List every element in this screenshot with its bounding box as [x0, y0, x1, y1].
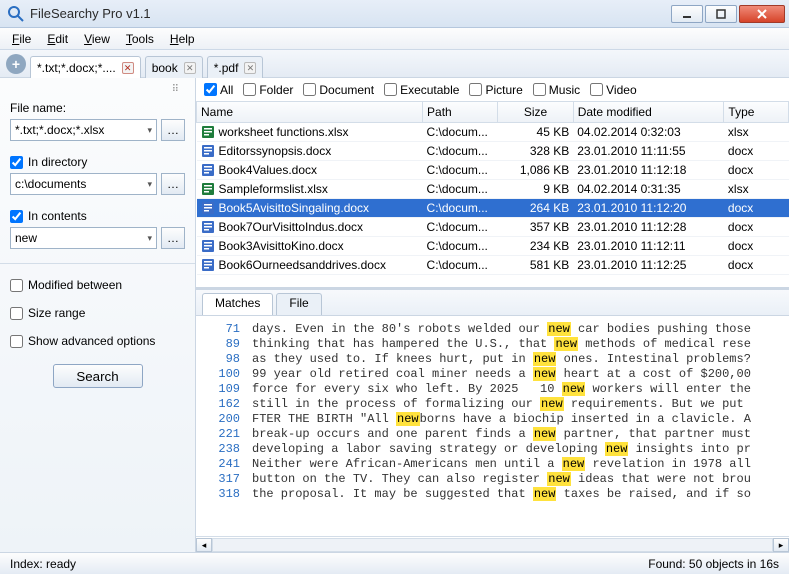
- filter-folder[interactable]: Folder: [243, 83, 293, 97]
- results-table[interactable]: Name Path Size Date modified Type worksh…: [196, 102, 789, 288]
- col-name[interactable]: Name: [197, 102, 423, 123]
- minimize-button[interactable]: [671, 5, 703, 23]
- tab-0[interactable]: *.txt;*.docx;*.... ✕: [30, 56, 141, 78]
- col-size[interactable]: Size: [498, 102, 573, 123]
- status-found: Found: 50 objects in 16s: [648, 557, 779, 571]
- tab-1[interactable]: book ✕: [145, 56, 203, 78]
- filter-executable[interactable]: Executable: [384, 83, 459, 97]
- table-row[interactable]: Book5AvisittoSingaling.docxC:\docum...26…: [197, 199, 789, 218]
- advanced-options-checkbox[interactable]: [10, 335, 23, 348]
- advanced-options-label: Show advanced options: [28, 334, 155, 348]
- table-row[interactable]: Editorssynopsis.docxC:\docum...328 KB23.…: [197, 142, 789, 161]
- window-title: FileSearchy Pro v1.1: [30, 6, 669, 21]
- matches-preview[interactable]: 71days. Even in the 80's robots welded o…: [196, 316, 789, 536]
- tab-close-icon[interactable]: ✕: [122, 62, 134, 74]
- chevron-down-icon: ▾: [147, 233, 152, 244]
- menu-help[interactable]: Help: [164, 30, 201, 48]
- filename-input[interactable]: *.txt;*.docx;*.xlsx▾: [10, 119, 157, 141]
- new-tab-button[interactable]: +: [6, 54, 26, 74]
- filter-all[interactable]: All: [204, 83, 233, 97]
- filter-music[interactable]: Music: [533, 83, 580, 97]
- filter-video[interactable]: Video: [590, 83, 636, 97]
- filter-document[interactable]: Document: [303, 83, 374, 97]
- in-directory-label: In directory: [28, 155, 87, 169]
- preview-tab-matches[interactable]: Matches: [202, 293, 273, 315]
- directory-browse-button[interactable]: …: [161, 173, 185, 195]
- modified-between-checkbox[interactable]: [10, 279, 23, 292]
- tab-label: *.pdf: [214, 61, 239, 75]
- col-date[interactable]: Date modified: [573, 102, 724, 123]
- scroll-right-icon[interactable]: ▸: [773, 538, 789, 552]
- filename-label: File name:: [10, 101, 185, 115]
- modified-between-label: Modified between: [28, 278, 122, 292]
- table-row[interactable]: Book4Values.docxC:\docum...1,086 KB23.01…: [197, 161, 789, 180]
- menubar: File Edit View Tools Help: [0, 28, 789, 50]
- col-type[interactable]: Type: [724, 102, 789, 123]
- menu-view[interactable]: View: [78, 30, 116, 48]
- status-bar: Index: ready Found: 50 objects in 16s: [0, 552, 789, 574]
- tab-label: *.txt;*.docx;*....: [37, 61, 116, 75]
- app-icon: [8, 6, 24, 22]
- filename-browse-button[interactable]: …: [161, 119, 185, 141]
- table-row[interactable]: Book3AvisittoKino.docxC:\docum...234 KB2…: [197, 237, 789, 256]
- maximize-button[interactable]: [705, 5, 737, 23]
- table-row[interactable]: Book7OurVisittoIndus.docxC:\docum...357 …: [197, 218, 789, 237]
- contents-options-button[interactable]: …: [161, 227, 185, 249]
- size-range-checkbox[interactable]: [10, 307, 23, 320]
- close-button[interactable]: [739, 5, 785, 23]
- results-panel: All Folder Document Executable Picture M…: [196, 78, 789, 552]
- table-row[interactable]: Book6Ourneedsanddrives.docxC:\docum...58…: [197, 256, 789, 275]
- in-contents-label: In contents: [28, 209, 87, 223]
- type-filter-bar: All Folder Document Executable Picture M…: [196, 78, 789, 102]
- titlebar: FileSearchy Pro v1.1: [0, 0, 789, 28]
- tab-close-icon[interactable]: ✕: [184, 62, 196, 74]
- menu-tools[interactable]: Tools: [120, 30, 160, 48]
- status-index: Index: ready: [10, 557, 76, 571]
- tab-close-icon[interactable]: ✕: [244, 62, 256, 74]
- col-path[interactable]: Path: [423, 102, 498, 123]
- table-row[interactable]: Sampleformslist.xlsxC:\docum...9 KB04.02…: [197, 180, 789, 199]
- tab-2[interactable]: *.pdf ✕: [207, 56, 264, 78]
- directory-input[interactable]: c:\documents▾: [10, 173, 157, 195]
- search-button[interactable]: Search: [53, 364, 143, 388]
- size-range-label: Size range: [28, 306, 85, 320]
- preview-tab-file[interactable]: File: [276, 293, 321, 315]
- filter-picture[interactable]: Picture: [469, 83, 522, 97]
- menu-edit[interactable]: Edit: [41, 30, 74, 48]
- scroll-left-icon[interactable]: ◂: [196, 538, 212, 552]
- in-directory-checkbox[interactable]: [10, 156, 23, 169]
- menu-file[interactable]: File: [6, 30, 37, 48]
- in-contents-checkbox[interactable]: [10, 210, 23, 223]
- chevron-down-icon: ▾: [147, 179, 152, 190]
- panel-grip-icon[interactable]: ⠿: [10, 84, 185, 95]
- tab-strip: + *.txt;*.docx;*.... ✕ book ✕ *.pdf ✕: [0, 50, 789, 78]
- table-row[interactable]: worksheet functions.xlsxC:\docum...45 KB…: [197, 123, 789, 142]
- horizontal-scrollbar[interactable]: ◂ ▸: [196, 536, 789, 552]
- contents-input[interactable]: new▾: [10, 227, 157, 249]
- preview-panel: Matches File 71days. Even in the 80's ro…: [196, 288, 789, 552]
- tab-label: book: [152, 61, 178, 75]
- chevron-down-icon: ▾: [147, 125, 152, 136]
- search-sidebar: ⠿ File name: *.txt;*.docx;*.xlsx▾ … In d…: [0, 78, 196, 552]
